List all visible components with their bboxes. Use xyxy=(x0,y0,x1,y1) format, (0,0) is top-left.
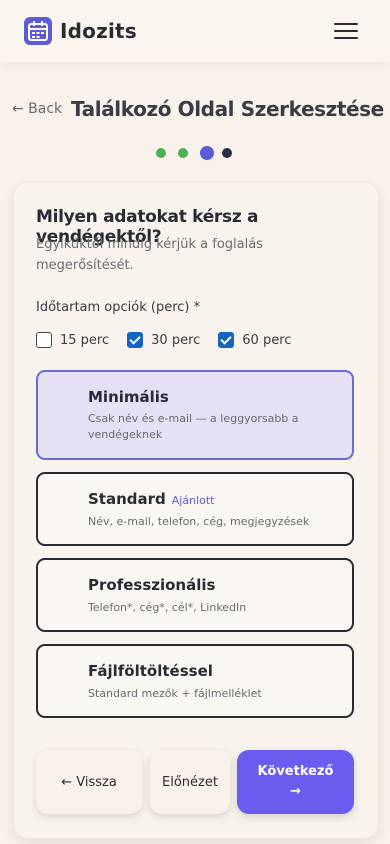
duration-label: Időtartam opciók (perc) * xyxy=(36,300,201,315)
checkbox-60[interactable] xyxy=(218,332,235,348)
duration-label-15: 15 perc xyxy=(60,332,110,348)
arrow-right-icon: → xyxy=(290,784,301,799)
option-standard[interactable]: Standard Ajánlott Név, e-mail, telefon, c… xyxy=(36,472,354,546)
option-file-upload[interactable]: Fájlföltöltéssel Standard mezők + fájlme… xyxy=(36,644,354,718)
back-button[interactable]: ← Vissza xyxy=(36,750,142,814)
calendar-icon xyxy=(24,17,52,45)
step-dot-2 xyxy=(178,148,188,158)
step-dot-3 xyxy=(200,146,214,160)
option-standard-name: Standard Ajánlott xyxy=(88,490,215,508)
duration-option-30[interactable]: 30 perc xyxy=(127,332,200,348)
preview-button[interactable]: Előnézet xyxy=(150,750,230,814)
duration-option-15[interactable]: 15 perc xyxy=(36,332,109,348)
duration-option-60[interactable]: 60 perc xyxy=(218,332,291,348)
recommended-badge: Ajánlott xyxy=(171,494,215,507)
brand-name: Idozits xyxy=(60,19,137,43)
duration-options: 15 perc 30 perc 60 perc xyxy=(36,331,309,349)
checkbox-30[interactable] xyxy=(127,332,144,348)
next-button-label: Következő xyxy=(257,764,334,779)
option-file-upload-name: Fájlföltöltéssel xyxy=(88,662,213,680)
option-professional-desc: Telefon*, cég*, cél*, LinkedIn xyxy=(88,601,247,614)
option-standard-desc: Név, e-mail, telefon, cég, megjegyzések xyxy=(88,515,310,528)
option-minimal-name: Minimális xyxy=(88,388,169,406)
option-minimal[interactable]: Minimális Csak név és e-mail — a leggyor… xyxy=(36,370,354,460)
checkbox-15[interactable] xyxy=(36,332,52,348)
question-subtitle: Egyiküktől mindig kérjük a foglalás mege… xyxy=(36,237,263,273)
next-button[interactable]: Következő → xyxy=(237,750,354,814)
duration-label-30: 30 perc xyxy=(151,332,201,348)
top-bar: Idozits xyxy=(0,0,390,62)
option-professional-name: Professzionális xyxy=(88,576,216,594)
step-indicator xyxy=(156,146,232,160)
page-title: Találkozó Oldal Szerkesztése xyxy=(71,97,384,121)
option-file-upload-desc: Standard mezők + fájlmelléklet xyxy=(88,687,262,700)
option-professional[interactable]: Professzionális Telefon*, cég*, cél*, Li… xyxy=(36,558,354,632)
hamburger-menu-icon[interactable] xyxy=(334,23,358,39)
step-dot-1 xyxy=(156,148,166,158)
duration-label-60: 60 perc xyxy=(242,332,292,348)
form-card: Milyen adatokat kérsz a vendégektől? Egy… xyxy=(14,183,378,838)
back-link[interactable]: ← Back xyxy=(12,101,62,117)
step-dot-4 xyxy=(222,148,232,158)
option-minimal-desc: Csak név és e-mail — a leggyorsabb a ven… xyxy=(88,412,299,441)
